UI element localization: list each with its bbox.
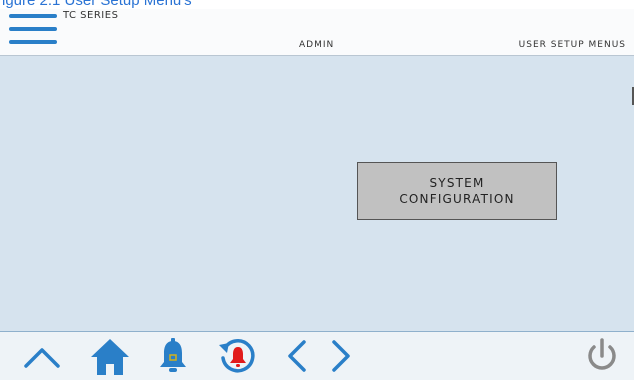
menu-icon[interactable] xyxy=(9,12,57,48)
home-icon xyxy=(91,339,129,375)
power-icon xyxy=(588,338,616,370)
system-config-label-line1: SYSTEM xyxy=(429,176,485,190)
screen-title: USER SETUP MENUS xyxy=(518,40,626,50)
hmi-screen: TC SERIES ADMIN USER SETUP MENUS SYSTEM … xyxy=(0,9,634,380)
series-label: TC SERIES xyxy=(63,10,119,21)
power-button[interactable] xyxy=(580,332,624,380)
document-caption: igure 2.1 User Setup Menu's xyxy=(0,0,634,9)
user-level-label: ADMIN xyxy=(299,40,335,50)
alarm-history-icon xyxy=(219,339,255,373)
alarm-history-button[interactable] xyxy=(214,332,262,380)
next-page-button[interactable] xyxy=(326,332,356,380)
chevron-up-icon xyxy=(24,348,60,368)
home-button[interactable] xyxy=(86,332,134,380)
bell-icon xyxy=(160,338,186,372)
caption-text: igure 2.1 User Setup Menu's xyxy=(2,0,192,9)
alarms-button[interactable] xyxy=(153,332,193,380)
chevron-right-icon xyxy=(332,340,350,372)
system-config-label-line2: CONFIGURATION xyxy=(399,192,515,206)
system-configuration-button[interactable]: SYSTEM CONFIGURATION xyxy=(357,162,557,220)
scroll-up-button[interactable] xyxy=(18,332,66,380)
header-bar: TC SERIES ADMIN USER SETUP MENUS xyxy=(0,9,634,56)
previous-page-button[interactable] xyxy=(282,332,312,380)
footer-nav-bar xyxy=(0,331,634,380)
chevron-left-icon xyxy=(288,340,306,372)
